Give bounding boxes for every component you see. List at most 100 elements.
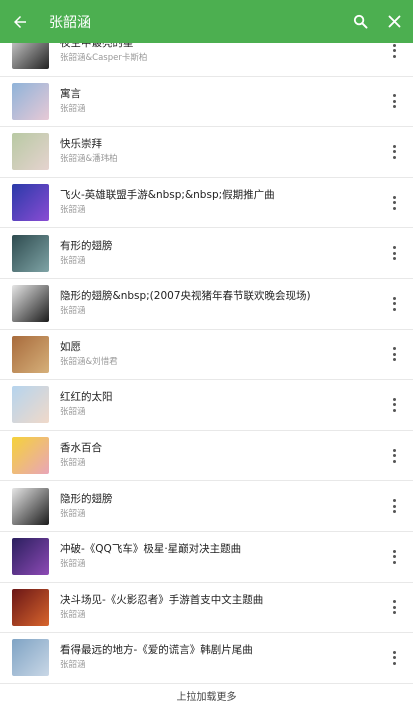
menu-dot: [392, 155, 396, 159]
album-cover: [12, 82, 49, 120]
song-artist: 张韶涵&Casper卡斯柏: [60, 53, 148, 64]
more-vertical-icon[interactable]: [385, 592, 403, 622]
more-vertical-icon[interactable]: [385, 542, 403, 572]
song-text: 红红的太阳 张韶涵: [60, 390, 373, 419]
album-cover: [12, 184, 49, 222]
song-title: 飞火-英雄联盟手游&nbsp;&nbsp;假期推广曲: [60, 189, 275, 202]
song-text: 寓言 张韶涵: [60, 87, 373, 116]
song-row[interactable]: 决斗场见-《火影忍者》手游首支中文主题曲 张韶涵: [0, 583, 413, 634]
menu-dot: [392, 358, 396, 362]
song-row[interactable]: 飞火-英雄联盟手游&nbsp;&nbsp;假期推广曲 张韶涵: [0, 178, 413, 229]
menu-dot: [392, 611, 396, 615]
song-row[interactable]: 隐形的翅膀 张韶涵: [0, 481, 413, 532]
menu-dot: [392, 504, 396, 508]
menu-dot: [392, 600, 396, 604]
more-vertical-icon[interactable]: [385, 339, 403, 369]
menu-dot: [392, 105, 396, 109]
menu-dot: [392, 661, 396, 665]
song-artist: 张韶涵: [60, 609, 86, 620]
more-vertical-icon[interactable]: [385, 188, 403, 218]
song-title: 隐形的翅膀&nbsp;(2007央视猪年春节联欢晚会现场): [60, 290, 311, 303]
album-cover: [12, 234, 49, 272]
back-button[interactable]: [0, 0, 40, 43]
album-cover: [12, 386, 49, 424]
menu-dot: [392, 257, 396, 261]
menu-dot: [392, 459, 396, 463]
song-row[interactable]: 冲破-《QQ飞车》极星·星巅对决主题曲 张韶涵: [0, 532, 413, 583]
album-cover: [12, 133, 49, 171]
menu-dot: [392, 307, 396, 311]
album-cover: [12, 285, 49, 323]
menu-dot: [392, 560, 396, 564]
more-vertical-icon[interactable]: [385, 289, 403, 319]
song-text: 看得最远的地方-《爱的谎言》韩剧片尾曲 张韶涵: [60, 643, 373, 672]
menu-dot: [392, 352, 396, 356]
song-row[interactable]: 隐形的翅膀&nbsp;(2007央视猪年春节联欢晚会现场) 张韶涵: [0, 279, 413, 330]
menu-dot: [392, 605, 396, 609]
menu-dot: [392, 510, 396, 514]
more-vertical-icon[interactable]: [385, 86, 403, 116]
more-vertical-icon[interactable]: [385, 137, 403, 167]
song-row[interactable]: 如愿张韶涵&刘惜君: [0, 330, 413, 381]
song-artist: 张韶涵&刘惜君: [60, 356, 118, 367]
more-vertical-icon[interactable]: [385, 390, 403, 420]
menu-dot: [392, 408, 396, 412]
menu-dot: [392, 144, 396, 148]
song-title: 冲破-《QQ飞车》极星·星巅对决主题曲: [60, 543, 242, 556]
song-artist: 张韶涵&潘玮柏: [60, 154, 118, 165]
song-text: 隐形的翅膀&nbsp;(2007央视猪年春节联欢晚会现场) 张韶涵: [60, 289, 373, 318]
menu-dot: [392, 201, 396, 205]
menu-dot: [392, 246, 396, 250]
song-text: 快乐崇拜 张韶涵&潘玮柏: [60, 137, 373, 166]
song-title: 如愿: [60, 340, 81, 353]
song-artist: 张韶涵: [60, 559, 86, 570]
close-icon: [388, 15, 400, 28]
song-text: 隐形的翅膀 张韶涵: [60, 492, 373, 521]
song-row[interactable]: 看得最远的地方-《爱的谎言》韩剧片尾曲 张韶涵: [0, 633, 413, 684]
song-title: 隐形的翅膀: [60, 492, 113, 505]
menu-dot: [392, 650, 396, 654]
close-button[interactable]: [377, 0, 411, 43]
menu-dot: [392, 99, 396, 103]
album-cover: [12, 639, 49, 677]
search-button[interactable]: [343, 0, 377, 43]
menu-dot: [392, 150, 396, 154]
menu-dot: [392, 403, 396, 407]
song-text: 如愿张韶涵&刘惜君: [60, 340, 373, 369]
menu-dot: [392, 94, 396, 98]
arrow-left-icon: [14, 15, 26, 28]
song-text: 飞火-英雄联盟手游&nbsp;&nbsp;假期推广曲 张韶涵: [60, 188, 373, 217]
song-row[interactable]: 快乐崇拜 张韶涵&潘玮柏: [0, 127, 413, 178]
album-cover: [12, 437, 49, 475]
more-vertical-icon[interactable]: [385, 491, 403, 521]
more-vertical-icon[interactable]: [385, 238, 403, 268]
song-title: 香水百合: [60, 442, 102, 455]
song-list: 夜空中最亮的星 张韶涵&Casper卡斯柏 寓言 张韶涵 快乐崇拜 张韶涵&潘玮柏 飞火-英…: [0, 26, 413, 684]
song-artist: 张韶涵: [60, 255, 86, 266]
more-vertical-icon[interactable]: [385, 441, 403, 471]
song-text: 决斗场见-《火影忍者》手游首支中文主题曲 张韶涵: [60, 593, 373, 622]
menu-dot: [392, 347, 396, 351]
menu-dot: [392, 296, 396, 300]
song-artist: 张韶涵: [60, 458, 86, 469]
more-vertical-icon[interactable]: [385, 643, 403, 673]
song-row[interactable]: 香水百合 张韶涵: [0, 431, 413, 482]
song-title: 寓言: [60, 87, 81, 100]
page-title: 张韶涵: [49, 14, 91, 31]
song-row[interactable]: 红红的太阳 张韶涵: [0, 380, 413, 431]
song-text: 冲破-《QQ飞车》极星·星巅对决主题曲 张韶涵: [60, 542, 373, 571]
menu-dot: [392, 555, 396, 559]
album-cover: [12, 588, 49, 626]
song-row[interactable]: 有形的翅膀 张韶涵: [0, 228, 413, 279]
menu-dot: [392, 43, 396, 47]
menu-dot: [392, 656, 396, 660]
menu-dot: [392, 397, 396, 401]
menu-dot: [392, 448, 396, 452]
song-artist: 张韶涵: [60, 103, 86, 114]
song-text: 香水百合 张韶涵: [60, 441, 373, 470]
song-artist: 张韶涵: [60, 306, 86, 317]
search-icon: [353, 14, 368, 29]
song-row[interactable]: 寓言 张韶涵: [0, 77, 413, 128]
song-title: 红红的太阳: [60, 391, 113, 404]
song-title: 有形的翅膀: [60, 239, 113, 252]
